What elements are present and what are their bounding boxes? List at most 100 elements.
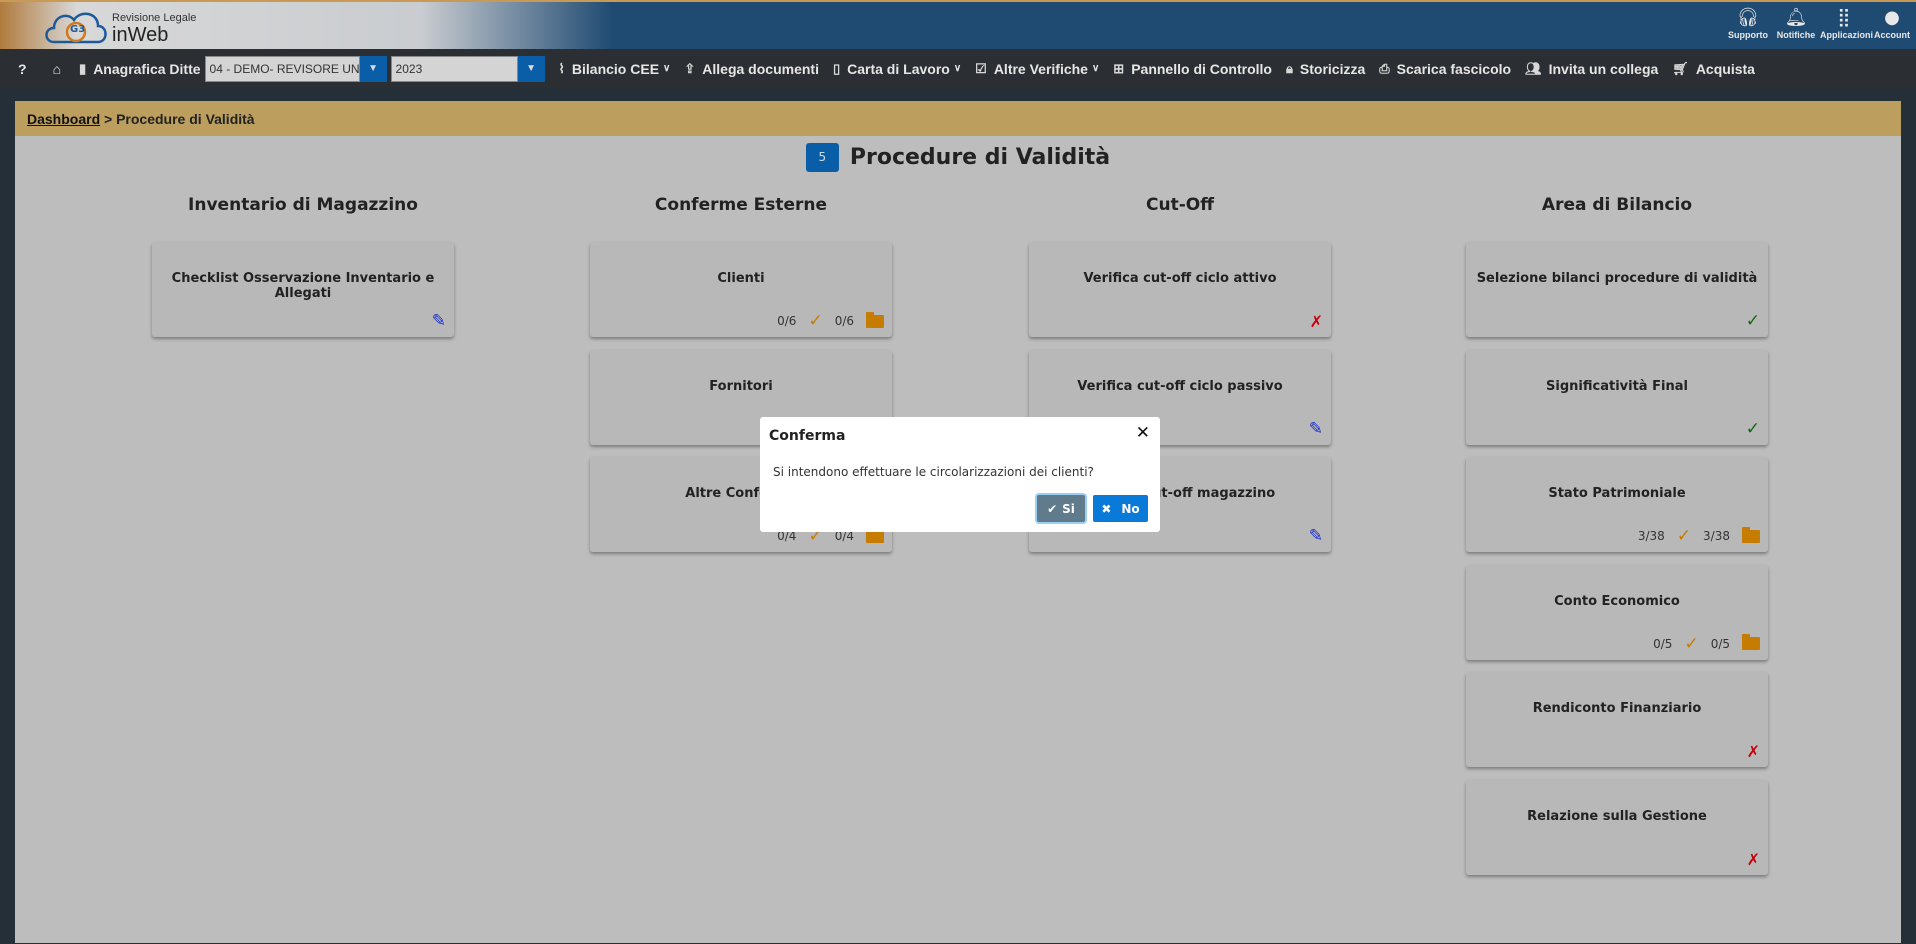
breadcrumb-dashboard-link[interactable]: Dashboard bbox=[27, 111, 100, 127]
folder-icon[interactable] bbox=[1742, 634, 1760, 650]
edit-icon[interactable]: ✎ bbox=[1309, 526, 1323, 546]
column-title: Inventario di Magazzino bbox=[188, 195, 418, 215]
menu-pannello-di-controllo[interactable]: ⊞ Pannello di Controllo bbox=[1113, 61, 1272, 77]
column-title: Area di Bilancio bbox=[1541, 195, 1693, 215]
print-icon: ⎙ bbox=[1379, 60, 1390, 76]
close-icon[interactable]: ✕ bbox=[1136, 423, 1150, 443]
files-count: 0/6 bbox=[834, 314, 854, 328]
lock-icon: 🔒︎ bbox=[1285, 60, 1293, 76]
check-icon: ✔ bbox=[1047, 501, 1058, 516]
users-icon: 👥︎ bbox=[1525, 60, 1542, 76]
done-count: 3/38 bbox=[1637, 529, 1665, 543]
company-select[interactable]: 04 - DEMO- REVISORE UNICO▼ bbox=[204, 55, 387, 82]
logo-subtitle: Revisione Legale bbox=[112, 12, 197, 24]
card-title: Relazione sulla Gestione bbox=[1527, 808, 1707, 824]
step-badge: 5 bbox=[805, 143, 839, 172]
check-icon: ✓ bbox=[808, 311, 823, 331]
chevron-down-icon: ∨ bbox=[953, 63, 962, 74]
folder-icon[interactable] bbox=[866, 311, 884, 328]
svg-text:G3: G3 bbox=[70, 24, 85, 35]
card-title: Conto Economico bbox=[1554, 593, 1680, 609]
account-button[interactable]: ● Account bbox=[1868, 6, 1916, 40]
notifications-button[interactable]: 🔔︎ Notifiche bbox=[1772, 6, 1820, 40]
check-icon: ✓ bbox=[1676, 526, 1692, 546]
card-title: Checklist Osservazione Inventario e Alle… bbox=[171, 271, 435, 301]
grid-icon: ⣿ bbox=[1837, 7, 1851, 28]
card-title: Clienti bbox=[717, 271, 765, 286]
edit-icon[interactable]: ✎ bbox=[432, 311, 446, 331]
menu-bilancio-cee[interactable]: ⌇ Bilancio CEE ∨ bbox=[559, 61, 671, 77]
card-title: Stato Patrimoniale bbox=[1548, 486, 1686, 501]
procedure-card[interactable]: Conto Economico 0/5 ✓ 0/5 bbox=[1466, 564, 1768, 660]
user-icon: ● bbox=[1884, 7, 1900, 28]
close-icon: ✖ bbox=[1101, 501, 1112, 516]
procedure-card[interactable]: Selezione bilanci procedure di validità ✓ bbox=[1466, 242, 1768, 337]
cart-icon: 🛒︎ bbox=[1672, 60, 1689, 76]
procedure-card[interactable]: Stato Patrimoniale 3/38 ✓ 3/38 bbox=[1466, 457, 1768, 552]
procedure-card[interactable]: Relazione sulla Gestione ✗ bbox=[1466, 779, 1768, 875]
procedure-card[interactable]: Checklist Osservazione Inventario e Alle… bbox=[152, 242, 454, 337]
dialog-title: Conferma bbox=[769, 428, 846, 444]
menu-acquista[interactable]: 🛒︎ Acquista bbox=[1672, 61, 1755, 77]
chart-icon: ⌇ bbox=[558, 60, 565, 76]
bell-icon: 🔔︎ bbox=[1784, 7, 1808, 28]
folder-icon[interactable] bbox=[1742, 526, 1760, 543]
card-title: Fornitori bbox=[709, 378, 773, 394]
menu-altre-verifiche[interactable]: ☑ Altre Verifiche ∨ bbox=[975, 61, 1099, 77]
files-count: 3/38 bbox=[1703, 529, 1730, 543]
procedure-card[interactable]: Clienti 0/6 ✓ 0/6 bbox=[590, 242, 892, 337]
logo-cloud-icon: G3 bbox=[45, 12, 107, 44]
year-select[interactable]: 2023 ▼ bbox=[390, 55, 545, 82]
apps-button[interactable]: ⣿ Applicazioni bbox=[1820, 6, 1873, 40]
headset-icon: 🎧︎ bbox=[1736, 7, 1760, 28]
logo[interactable]: G3 Revisione Legale inWeb bbox=[40, 6, 240, 48]
procedure-card[interactable]: Verifica cut-off ciclo attivo ✗ bbox=[1029, 242, 1331, 337]
menu-invita-collega[interactable]: 👥︎ Invita un collega bbox=[1525, 61, 1658, 77]
chevron-down-icon[interactable]: ▼ bbox=[359, 55, 387, 82]
upload-icon: ⇪ bbox=[684, 60, 696, 76]
breadcrumb-current: Procedure di Validità bbox=[116, 111, 255, 127]
menu-carta-di-lavoro[interactable]: ▯ Carta di Lavoro ∨ bbox=[833, 61, 961, 77]
dialog-message: Si intendono effettuare le circolarizzaz… bbox=[773, 465, 1094, 479]
column-title: Cut-Off bbox=[1146, 195, 1214, 215]
checklist-icon: ☑ bbox=[975, 60, 987, 76]
done-count: 0/6 bbox=[777, 314, 797, 328]
column-title: Conferme Esterne bbox=[654, 195, 828, 215]
page-title: 5 Procedure di Validità bbox=[15, 143, 1901, 172]
building-icon: ▮ bbox=[79, 60, 87, 76]
home-button[interactable]: ⌂ bbox=[53, 61, 61, 77]
procedure-card[interactable]: Rendiconto Finanziario ✗ bbox=[1466, 672, 1768, 767]
card-title: Significatività Final bbox=[1546, 378, 1688, 394]
top-header: G3 Revisione Legale inWeb 🎧︎ Supporto 🔔︎ N… bbox=[0, 0, 1916, 49]
column: Inventario di Magazzino Checklist Osserva… bbox=[152, 195, 454, 350]
error-x-icon: ✗ bbox=[1746, 849, 1760, 869]
menu-scarica-fascicolo[interactable]: ⎙ Scarica fascicolo bbox=[1379, 61, 1511, 77]
chevron-down-icon: ∨ bbox=[1091, 63, 1100, 74]
menu-allega-documenti[interactable]: ⇪ Allega documenti bbox=[684, 61, 819, 77]
chevron-down-icon[interactable]: ▼ bbox=[517, 55, 545, 82]
menu-storicizza[interactable]: 🔒︎ Storicizza bbox=[1286, 61, 1365, 77]
check-icon: ✓ bbox=[1684, 633, 1699, 654]
card-title: Verifica cut-off ciclo passivo bbox=[1077, 378, 1283, 394]
procedure-card[interactable]: Significatività Final ✓ bbox=[1466, 349, 1768, 445]
breadcrumb: Dashboard > Procedure di Validità bbox=[15, 101, 1901, 136]
card-title: Selezione bilanci procedure di validità bbox=[1476, 271, 1758, 286]
toolbar: ? ⌂ ▮ Anagrafica Ditte 04 - DEMO- REVISOR… bbox=[0, 49, 1916, 88]
anagrafica-ditte-button[interactable]: ▮ Anagrafica Ditte bbox=[79, 61, 201, 77]
home-icon: ⌂ bbox=[52, 60, 62, 77]
done-count: 0/5 bbox=[1653, 636, 1673, 651]
check-icon: ✓ bbox=[1745, 418, 1760, 439]
yes-button[interactable]: ✔ Si bbox=[1037, 495, 1085, 522]
files-count: 0/5 bbox=[1710, 636, 1730, 651]
support-button[interactable]: 🎧︎ Supporto bbox=[1724, 6, 1772, 40]
chevron-down-icon: ∨ bbox=[663, 63, 671, 74]
card-title: Rendiconto Finanziario bbox=[1532, 701, 1702, 716]
no-button[interactable]: ✖ No bbox=[1093, 495, 1148, 522]
edit-icon[interactable]: ✎ bbox=[1309, 419, 1323, 439]
error-x-icon: ✗ bbox=[1309, 312, 1323, 331]
error-x-icon: ✗ bbox=[1746, 742, 1760, 761]
logo-title: inWeb bbox=[112, 24, 169, 46]
help-button[interactable]: ? bbox=[18, 61, 27, 77]
file-icon: ▯ bbox=[832, 60, 841, 76]
check-icon: ✓ bbox=[1745, 311, 1760, 331]
